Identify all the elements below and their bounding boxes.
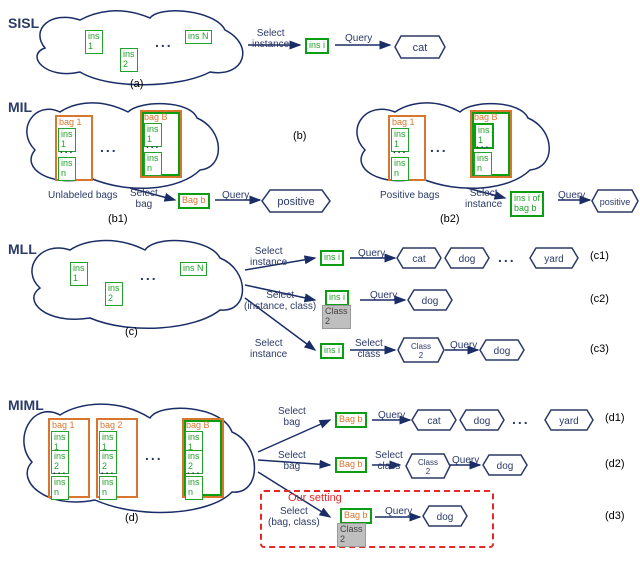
c1-insi: ins i xyxy=(320,250,344,266)
c-ins2: ins 2 xyxy=(105,282,123,306)
svg-text:dog: dog xyxy=(474,416,491,427)
ell: ... xyxy=(146,140,160,151)
lbl-query-b1: Query xyxy=(222,190,249,201)
bagb-b1: Bag b xyxy=(178,193,210,209)
cap-c3: (c3) xyxy=(590,343,609,355)
svg-text:2: 2 xyxy=(419,351,424,360)
ell: ... xyxy=(498,250,516,265)
ell: ... xyxy=(155,35,173,50)
insibag: ins i of bag b xyxy=(510,191,544,217)
cap-d1: (d1) xyxy=(605,412,625,424)
cap-c: (c) xyxy=(125,326,138,338)
d2-insn: ins n xyxy=(99,476,117,500)
b2-insn: ins n xyxy=(474,152,492,176)
lbl-query-d3: Query xyxy=(385,506,412,517)
svg-text:2: 2 xyxy=(426,467,431,476)
svg-text:positive: positive xyxy=(277,196,314,208)
lbl-select-bag-d2: Select bag xyxy=(278,450,306,472)
svg-text:cat: cat xyxy=(412,254,426,265)
lbl-select-inst-b2: Select instance xyxy=(465,188,502,210)
svg-text:cat: cat xyxy=(427,416,441,427)
title-mll: MLL xyxy=(8,242,37,257)
title-sisl: SISL xyxy=(8,16,39,31)
svg-text:dog: dog xyxy=(459,254,476,265)
ell: ... xyxy=(430,140,448,155)
cap-d3: (d3) xyxy=(605,510,625,522)
ell: ... xyxy=(100,140,118,155)
ins-N: ins N xyxy=(185,30,212,44)
title-mil: MIL xyxy=(8,100,32,115)
lbl-our: Our setting xyxy=(288,492,342,504)
ell: ... xyxy=(393,145,407,156)
c2-insi: ins i xyxy=(325,290,349,306)
ell: ... xyxy=(140,268,158,283)
bagb-d1: Bag b xyxy=(335,412,367,428)
title-miml: MIML xyxy=(8,398,44,413)
b1-insn: ins n xyxy=(58,157,76,181)
lbl-select-bagclass: Select (bag, class) xyxy=(268,506,320,528)
ins-2: ins 2 xyxy=(120,48,138,72)
svg-text:dog: dog xyxy=(494,346,511,357)
cap-d2: (d2) xyxy=(605,458,625,470)
svg-text:yard: yard xyxy=(544,254,563,265)
lbl-query-d1: Query xyxy=(378,410,405,421)
svg-text:dog: dog xyxy=(422,296,439,307)
ell: ... xyxy=(145,448,163,463)
lbl-select-bag-b1: Select bag xyxy=(130,188,158,210)
svg-text:Class: Class xyxy=(418,458,438,467)
lbl-select-inst-c1: Select instance xyxy=(250,246,287,268)
dB-insn: ins n xyxy=(185,476,203,500)
cap-b2: (b2) xyxy=(440,213,460,225)
lbl-select-class-c3: Select class xyxy=(355,338,383,360)
lbl-select-bag-d1: Select bag xyxy=(278,406,306,428)
svg-text:dog: dog xyxy=(437,512,454,523)
ell: ... xyxy=(60,145,74,156)
ins-1: ins 1 xyxy=(85,30,103,54)
svg-text:positive: positive xyxy=(600,197,631,207)
lbl-query-b2: Query xyxy=(558,190,585,201)
lbl-select-inst-c3: Select instance xyxy=(250,338,287,360)
d3-class2: Class 2 xyxy=(337,523,366,547)
lbl-positive: Positive bags xyxy=(380,190,439,201)
svg-text:Class: Class xyxy=(411,342,431,351)
svg-text:dog: dog xyxy=(497,461,514,472)
lbl-select-class-d2: Select class xyxy=(375,450,403,472)
diagram-canvas: { "titles":{"sisl":"SISL","mil":"MIL","m… xyxy=(0,0,640,569)
cap-c2: (c2) xyxy=(590,293,609,305)
lbl-query-a: Query xyxy=(345,33,372,44)
c-insN: ins N xyxy=(180,262,207,276)
lbl-select-instance: Select instance xyxy=(252,28,289,50)
c3-insi: ins i xyxy=(320,343,344,359)
lbl-query-c3: Query xyxy=(450,340,477,351)
lbl-query-d2: Query xyxy=(452,455,479,466)
lbl-select-instclass: Select (instance, class) xyxy=(244,290,316,312)
cap-b1: (b1) xyxy=(108,213,128,225)
svg-text:yard: yard xyxy=(559,416,578,427)
ell: ... xyxy=(476,140,490,151)
lbl-query-c1: Query xyxy=(358,248,385,259)
bB-insn: ins n xyxy=(144,152,162,176)
ell: ... xyxy=(512,412,530,427)
bagb-d3: Bag b xyxy=(340,508,372,524)
cap-c1: (c1) xyxy=(590,250,609,262)
ins-i-selected: ins i xyxy=(305,38,329,54)
c-ins1: ins 1 xyxy=(70,262,88,286)
bagb-d2: Bag b xyxy=(335,457,367,473)
c2-class2: Class 2 xyxy=(322,305,351,329)
cap-b: (b) xyxy=(293,130,306,142)
b2-insna: ins n xyxy=(391,157,409,181)
svg-text:cat: cat xyxy=(413,42,428,54)
cap-d: (d) xyxy=(125,512,138,524)
d1-insn: ins n xyxy=(51,476,69,500)
cap-a: (a) xyxy=(130,78,143,90)
lbl-query-c2: Query xyxy=(370,290,397,301)
lbl-unlabeled: Unlabeled bags xyxy=(48,190,118,201)
